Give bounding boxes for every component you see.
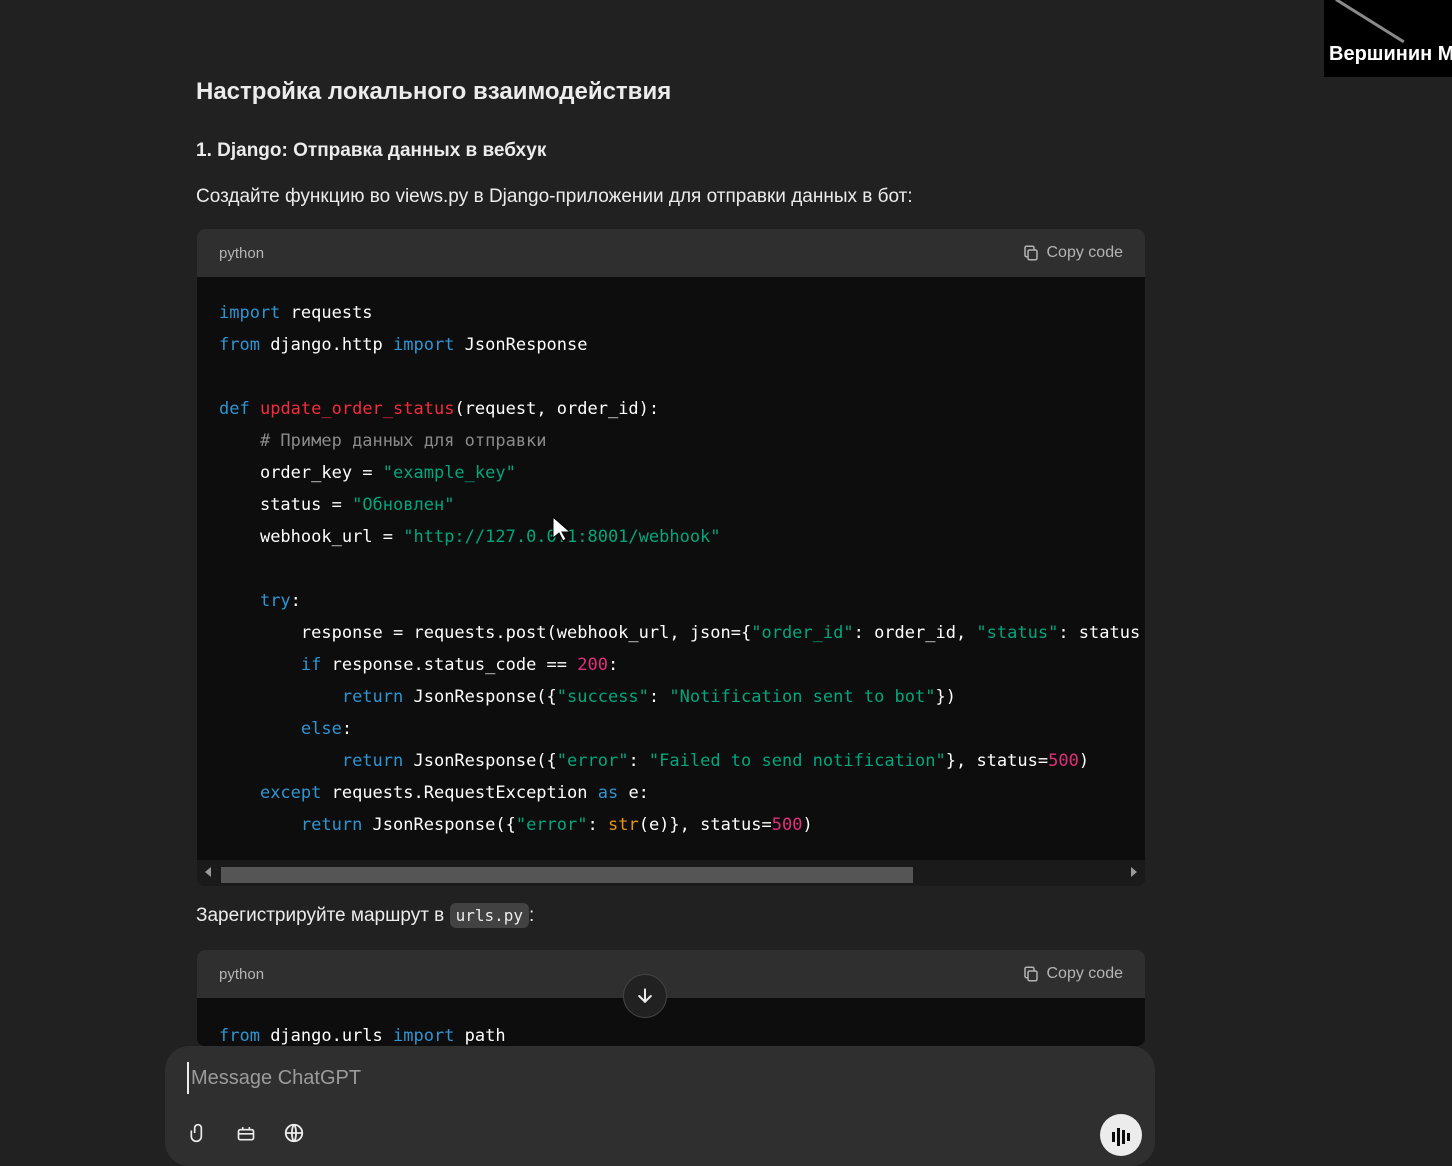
code-line: if response.status_code == 200: — [300, 655, 619, 675]
code-content[interactable]: import requests from django.http import … — [197, 277, 1145, 841]
globe-icon[interactable] — [283, 1122, 305, 1144]
code-line: from django.http import JsonResponse — [219, 335, 588, 355]
code-line: from django.urls import path — [219, 1026, 506, 1046]
intro-paragraph: Создайте функцию во views.py в Django-пр… — [196, 186, 913, 207]
code-header: python Copy code — [197, 950, 1145, 998]
code-block-urls: python Copy code from django.urls import… — [197, 950, 1145, 1046]
code-block-views: python Copy code import requests from dj… — [197, 229, 1145, 886]
code-line: return JsonResponse({"error": "Failed to… — [341, 751, 1090, 771]
message-composer — [165, 1046, 1155, 1166]
section-title: Настройка локального взаимодействия — [196, 78, 672, 105]
copy-code-label: Copy code — [1046, 244, 1124, 261]
code-line: else: — [300, 719, 353, 739]
copy-code-button[interactable]: Copy code — [1022, 965, 1124, 983]
copy-icon — [1023, 966, 1038, 982]
scrollbar-thumb[interactable] — [221, 867, 913, 883]
code-line: response = requests.post(webhook_url, js… — [300, 623, 1141, 643]
code-header: python Copy code — [197, 229, 1145, 277]
code-content[interactable]: from django.urls import path — [197, 998, 1145, 1046]
code-line: status = "Обновлен" — [259, 495, 455, 515]
copy-icon — [1023, 245, 1038, 261]
scroll-left-arrow-icon[interactable] — [205, 867, 211, 877]
code-line: return JsonResponse({"error": str(e)}, s… — [300, 815, 813, 835]
subsection-title: 1. Django: Отправка данных в вебхук — [196, 140, 547, 161]
horizontal-scrollbar[interactable] — [197, 860, 1145, 886]
code-line: # Пример данных для отправки — [259, 431, 547, 451]
arrow-down-icon — [638, 988, 652, 1003]
code-line: except requests.RequestException as e: — [259, 783, 649, 803]
waveform-icon — [1112, 1128, 1130, 1146]
copy-code-label: Copy code — [1046, 965, 1124, 982]
attach-icon[interactable] — [187, 1122, 209, 1144]
copy-code-button[interactable]: Copy code — [1022, 244, 1124, 262]
code-line: try: — [259, 591, 301, 611]
code-line: return JsonResponse({"success": "Notific… — [341, 687, 956, 707]
code-line: webhook_url = "http://127.0.0.1:8001/web… — [259, 527, 721, 547]
register-paragraph: Зарегистрируйте маршрут в urls.py: — [196, 903, 535, 928]
code-line: order_key = "example_key" — [259, 463, 516, 483]
code-language-label: python — [219, 244, 265, 262]
voice-mode-button[interactable] — [1100, 1114, 1142, 1156]
scroll-right-arrow-icon[interactable] — [1131, 867, 1137, 877]
scroll-to-bottom-button[interactable] — [623, 974, 667, 1018]
light-streak — [1335, 0, 1405, 44]
mouse-cursor-icon — [552, 516, 572, 542]
code-line: def update_order_status(request, order_i… — [219, 399, 660, 419]
participant-name: Вершинин М — [1329, 43, 1452, 65]
inline-code: urls.py — [449, 903, 529, 928]
webcam-overlay: Вершинин М — [1324, 0, 1452, 77]
tools-icon[interactable] — [235, 1122, 257, 1144]
message-input[interactable] — [187, 1062, 1073, 1094]
code-language-label: python — [219, 965, 265, 983]
code-line: import requests — [219, 303, 373, 323]
